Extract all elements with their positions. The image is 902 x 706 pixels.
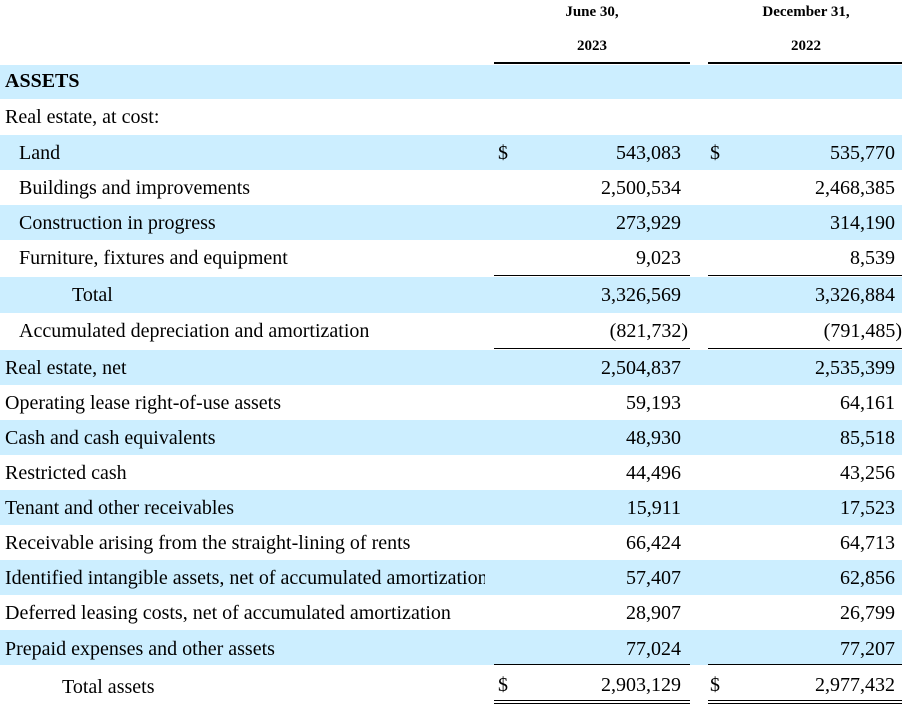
value-2022: (791,485): [823, 320, 902, 342]
row-label: Tenant and other receivables: [5, 497, 235, 519]
row-label: Restricted cash: [5, 462, 127, 484]
value-2023: 48,930: [626, 427, 681, 449]
value-2023: 28,907: [626, 602, 681, 624]
value-2022: 43,256: [840, 462, 895, 484]
value-2022: 26,799: [840, 602, 895, 624]
value-2023: 543,083: [616, 142, 681, 164]
total-top-rule-2022: [708, 664, 902, 665]
value-2023: 2,903,129: [601, 674, 681, 696]
value-2023: (821,732): [609, 320, 688, 342]
balance-sheet: June 30, 2023 December 31, 2022 ASSETS R…: [0, 0, 902, 706]
double-rule-2022: [708, 700, 902, 704]
row-label: Receivable arising from the straight-lin…: [5, 532, 411, 554]
row-label: Deferred leasing costs, net of accumulat…: [5, 602, 451, 624]
col-header-2022-year: 2022: [791, 38, 821, 54]
table-row: Receivable arising from the straight-lin…: [0, 525, 902, 560]
table-row: Deferred leasing costs, net of accumulat…: [0, 595, 902, 630]
value-2022: 2,468,385: [815, 177, 895, 199]
row-label: Land: [19, 142, 61, 164]
row-label: Operating lease right-of-use assets: [5, 392, 282, 414]
value-2023: 44,496: [626, 462, 681, 484]
value-2022: 314,190: [830, 212, 895, 234]
table-row: Restricted cash 44,496 43,256: [0, 455, 902, 490]
value-2023: 15,911: [626, 497, 681, 519]
value-2022: 85,518: [840, 427, 895, 449]
row-label: Total: [72, 284, 113, 306]
assets-section-row: ASSETS: [0, 65, 902, 99]
value-2023: 77,024: [626, 638, 681, 660]
row-label: Real estate, net: [5, 357, 127, 379]
table-row: Operating lease right-of-use assets 59,1…: [0, 385, 902, 420]
row-label: Total assets: [62, 676, 155, 698]
col-header-2023-rule: [494, 62, 690, 64]
table-row: Real estate, net 2,504,837 2,535,399: [0, 350, 902, 385]
value-2022: 17,523: [840, 497, 895, 519]
real-estate-at-cost-label: Real estate, at cost:: [5, 106, 160, 128]
value-2023: 9,023: [636, 247, 681, 269]
table-row: Tenant and other receivables 15,911 17,5…: [0, 490, 902, 525]
total-top-rule-2023: [494, 664, 690, 665]
value-2023: 57,407: [626, 567, 681, 589]
value-2022: 62,856: [840, 567, 895, 589]
table-row: Buildings and improvements 2,500,534 2,4…: [0, 170, 902, 205]
row-label: Accumulated depreciation and amortizatio…: [19, 320, 370, 342]
value-2023: 273,929: [616, 212, 681, 234]
table-row: Prepaid expenses and other assets 77,024…: [0, 630, 902, 665]
table-row: Cash and cash equivalents 48,930 85,518: [0, 420, 902, 455]
value-2022: 2,977,432: [815, 674, 895, 696]
assets-title: ASSETS: [5, 70, 80, 92]
value-2022: 64,713: [840, 532, 895, 554]
value-2022: 2,535,399: [815, 357, 895, 379]
value-2023: 2,500,534: [601, 177, 681, 199]
col-header-2022-month: December 31,: [762, 4, 850, 20]
value-2022: 535,770: [830, 142, 895, 164]
value-2022: 8,539: [850, 247, 895, 269]
value-2023: 59,193: [626, 392, 681, 414]
table-row-total: Total 3,326,569 3,326,884: [0, 277, 902, 313]
col-header-2023-month: June 30,: [565, 4, 619, 20]
value-2023: 3,326,569: [601, 284, 681, 306]
table-row: Identified intangible assets, net of acc…: [0, 560, 902, 595]
row-label: Identified intangible assets, net of acc…: [5, 567, 485, 589]
col-header-2022-rule: [708, 62, 902, 64]
row-label: Furniture, fixtures and equipment: [19, 247, 288, 269]
row-label: Buildings and improvements: [19, 177, 251, 199]
value-2022: 3,326,884: [815, 284, 895, 306]
value-2023: 2,504,837: [601, 357, 681, 379]
table-row: Accumulated depreciation and amortizatio…: [0, 313, 902, 348]
table-row: Land $ 543,083 $ 535,770: [0, 135, 902, 170]
subtotal-rule-2022: [708, 275, 902, 276]
row-label: Construction in progress: [19, 212, 216, 234]
value-2022: 77,207: [840, 638, 895, 660]
row-label: Prepaid expenses and other assets: [5, 638, 275, 660]
real-estate-at-cost-row: Real estate, at cost:: [0, 99, 902, 135]
value-2023: 66,424: [626, 532, 681, 554]
net-rule-2023: [494, 348, 690, 349]
table-row: Furniture, fixtures and equipment 9,023 …: [0, 240, 902, 275]
col-header-2023-year: 2023: [577, 38, 607, 54]
table-row-grand-total: Total assets $ 2,903,129 $ 2,977,432: [0, 667, 902, 701]
net-rule-2022: [708, 348, 902, 349]
value-2022: 64,161: [840, 392, 895, 414]
row-label: Cash and cash equivalents: [5, 427, 216, 449]
double-rule-2023: [494, 700, 690, 704]
table-row: Construction in progress 273,929 314,190: [0, 205, 902, 240]
subtotal-rule-2023: [494, 275, 690, 276]
